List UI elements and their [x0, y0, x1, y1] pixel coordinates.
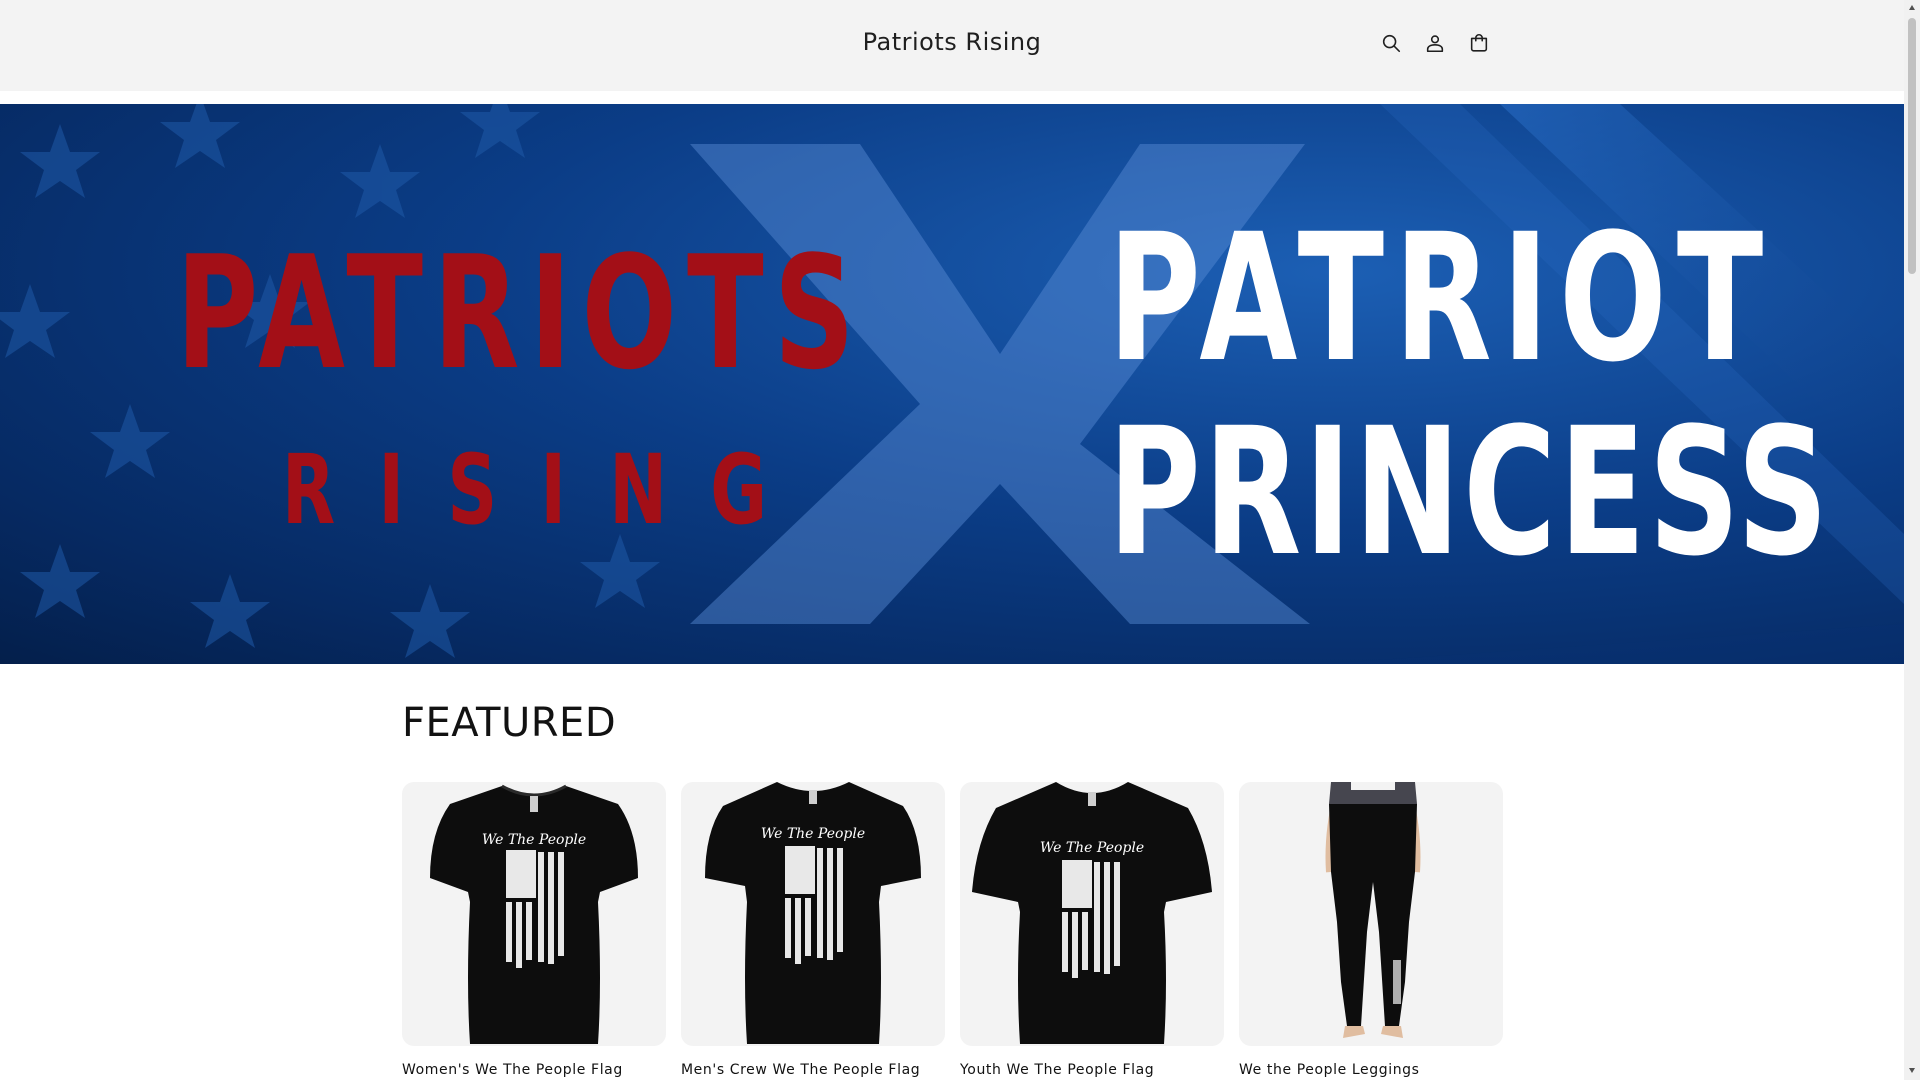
product-title[interactable]: We the People Leggings [1239, 1062, 1503, 1078]
account-icon[interactable] [1422, 30, 1448, 56]
product-card[interactable]: We The People Women's We The People Flag [402, 782, 666, 1078]
leggings-image [1325, 782, 1421, 1038]
product-title[interactable]: Men's Crew We The People Flag [681, 1062, 945, 1078]
scroll-up-arrow-icon[interactable] [1908, 4, 1916, 12]
product-card[interactable]: We The People Youth We The People Flag [960, 782, 1224, 1078]
hero-patriots-text: PATRIOTS [176, 222, 865, 404]
cart-icon[interactable] [1466, 30, 1492, 56]
product-image[interactable]: We The People [960, 782, 1224, 1046]
hero-banner[interactable]: PATRIOTS RISING PATRIOT PRINCESS [0, 104, 1904, 664]
hero-rising-text: RISING [282, 434, 811, 546]
site-logo[interactable]: Patriots Rising [0, 28, 1904, 56]
search-icon[interactable] [1378, 30, 1404, 56]
mens-tshirt-image: We The People [705, 782, 921, 1044]
scrollbar-thumb[interactable] [1908, 18, 1916, 274]
product-card[interactable]: We the People Leggings [1239, 782, 1503, 1078]
scroll-down-arrow-icon[interactable] [1908, 1066, 1916, 1074]
site-header: Patriots Rising [0, 0, 1904, 91]
svg-text:We The People: We The People [482, 832, 586, 848]
product-image[interactable]: We The People [681, 782, 945, 1046]
svg-text:We The People: We The People [1040, 840, 1144, 856]
product-title[interactable]: Youth We The People Flag [960, 1062, 1224, 1078]
product-title[interactable]: Women's We The People Flag [402, 1062, 666, 1078]
hero-patriot-text: PATRIOT [1108, 196, 1774, 401]
product-image[interactable] [1239, 782, 1503, 1046]
hero-princess-text: PRINCESS [1108, 390, 1832, 595]
header-icons [1378, 30, 1492, 56]
svg-text:We The People: We The People [761, 826, 865, 842]
womens-tshirt-image: We The People [430, 784, 638, 1044]
youth-tshirt-image: We The People [972, 782, 1212, 1044]
featured-heading: FEATURED [402, 700, 617, 746]
header-divider [0, 91, 1904, 104]
product-card[interactable]: We The People Men's Crew We The People F… [681, 782, 945, 1078]
product-image[interactable]: We The People [402, 782, 666, 1046]
